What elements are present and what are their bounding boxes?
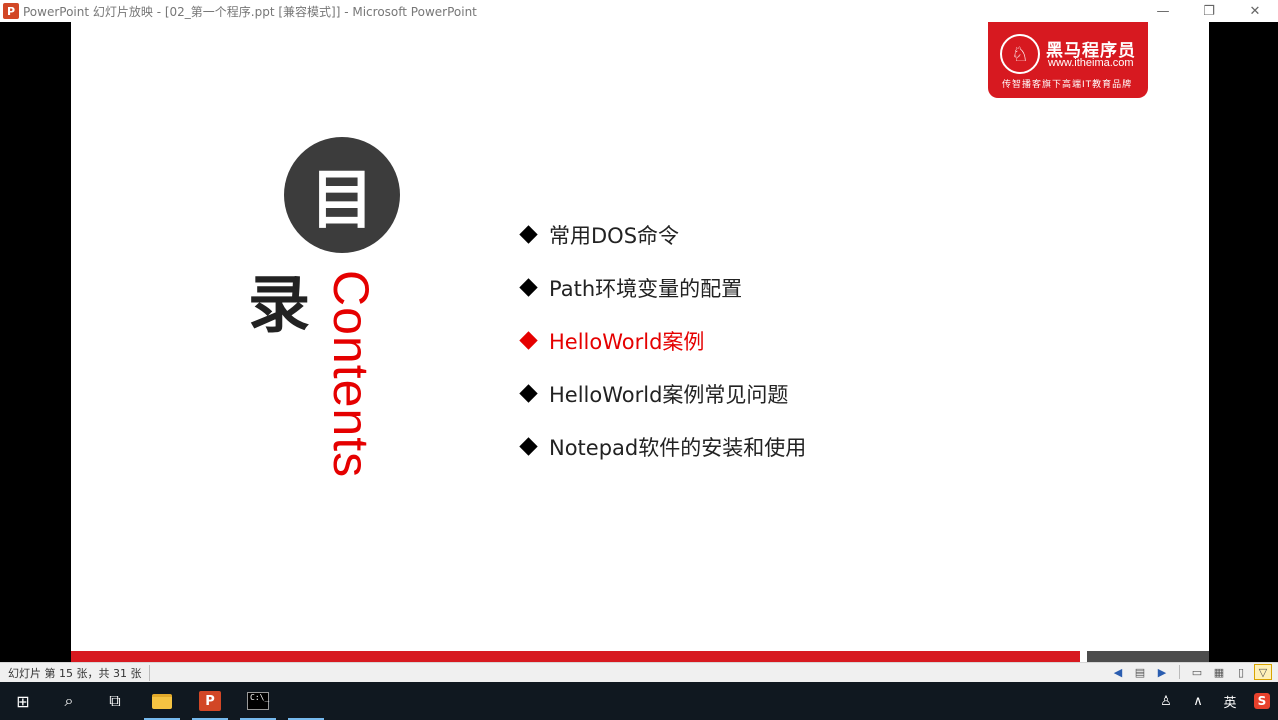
normal-view-icon[interactable]: ▭ [1188, 664, 1206, 680]
toc-item-notepad[interactable]: Notepad软件的安装和使用 [519, 420, 806, 473]
divider [1179, 665, 1180, 679]
toc-char: 录 [248, 268, 311, 341]
cmd-icon: C:\_ [247, 692, 269, 710]
reading-view-icon[interactable]: ▯ [1232, 664, 1250, 680]
slide-counter: 幻灯片 第 15 张，共 31 张 [8, 664, 151, 681]
diamond-bullet-icon [519, 278, 538, 297]
logo-slogan: 传智播客旗下高端IT教育品牌 [1002, 80, 1133, 90]
diamond-bullet-icon [519, 384, 538, 403]
toc-item-label: Path环境变量的配置 [549, 276, 743, 301]
sogou-tray[interactable]: S [1246, 693, 1278, 709]
task-view-icon[interactable]: ⧉ [92, 682, 138, 720]
window-controls: — ❐ ✕ [1140, 0, 1278, 22]
slideshow-stage: ♘ 黑马程序员 www.itheima.com 传智播客旗下高端IT教育品牌 目… [0, 22, 1278, 662]
close-button[interactable]: ✕ [1232, 0, 1278, 22]
ime-language[interactable]: 英 [1214, 692, 1246, 711]
toc-circle: 目 [284, 137, 400, 253]
toc-item-label: Notepad软件的安装和使用 [549, 435, 807, 460]
system-tray: ♙ ∧ 英 S [1150, 682, 1278, 720]
status-bar: 幻灯片 第 15 张，共 31 张 ◀ ▤ ▶ ▭ ▦ ▯ ▽ [0, 662, 1278, 682]
toc-menu: 常用DOS命令 Path环境变量的配置 HelloWorld案例 HelloWo… [519, 208, 806, 473]
powerpoint-icon: P [199, 691, 221, 711]
file-explorer-app[interactable] [138, 682, 186, 720]
folder-icon [152, 693, 172, 709]
windows-start-icon[interactable]: ⊞ [0, 682, 46, 720]
brand-logo: ♘ 黑马程序员 www.itheima.com 传智播客旗下高端IT教育品牌 [988, 22, 1148, 98]
powerpoint-taskbar-app[interactable]: P [186, 682, 234, 720]
toc-item-label: HelloWorld案例 [549, 329, 705, 354]
horse-icon: ♘ [1000, 34, 1040, 74]
contents-word: Contents [323, 270, 379, 479]
prev-icon[interactable]: ◀ [1109, 664, 1127, 680]
slideshow-icon[interactable]: ▽ [1254, 664, 1272, 680]
status-icons: ◀ ▤ ▶ ▭ ▦ ▯ ▽ [1109, 664, 1272, 680]
title-bar: P PowerPoint 幻灯片放映 - [02_第一个程序.ppt [兼容模式… [0, 0, 1278, 22]
diamond-bullet-icon [519, 437, 538, 456]
search-icon[interactable]: ⌕ [46, 682, 92, 720]
diamond-bullet-icon [519, 331, 538, 350]
slide[interactable]: ♘ 黑马程序员 www.itheima.com 传智播客旗下高端IT教育品牌 目… [71, 22, 1209, 662]
menu-icon[interactable]: ▤ [1131, 664, 1149, 680]
powerpoint-app-icon[interactable]: P [3, 3, 19, 19]
chevron-up-icon[interactable]: ∧ [1182, 694, 1214, 709]
toc-item-dos-commands[interactable]: 常用DOS命令 [519, 208, 806, 261]
next-icon[interactable]: ▶ [1153, 664, 1171, 680]
toc-item-helloworld-issues[interactable]: HelloWorld案例常见问题 [519, 367, 806, 420]
people-icon[interactable]: ♙ [1150, 694, 1182, 709]
toc-item-label: HelloWorld案例常见问题 [549, 382, 789, 407]
taskbar-app-extra[interactable] [282, 682, 330, 720]
footer-gray-bar [1087, 651, 1209, 662]
toc-item-helloworld[interactable]: HelloWorld案例 [519, 314, 806, 367]
window-title: PowerPoint 幻灯片放映 - [02_第一个程序.ppt [兼容模式]]… [23, 4, 477, 19]
footer-red-bar [71, 651, 1080, 662]
restore-button[interactable]: ❐ [1186, 0, 1232, 22]
toc-item-label: 常用DOS命令 [549, 223, 680, 248]
slide-sorter-icon[interactable]: ▦ [1210, 664, 1228, 680]
minimize-button[interactable]: — [1140, 0, 1186, 22]
toc-item-path-config[interactable]: Path环境变量的配置 [519, 261, 806, 314]
cmd-taskbar-app[interactable]: C:\_ [234, 682, 282, 720]
taskbar: ⊞ ⌕ ⧉ P C:\_ ♙ ∧ 英 S [0, 682, 1278, 720]
logo-url: www.itheima.com [1048, 57, 1134, 69]
sogou-icon: S [1254, 693, 1270, 709]
diamond-bullet-icon [519, 225, 538, 244]
